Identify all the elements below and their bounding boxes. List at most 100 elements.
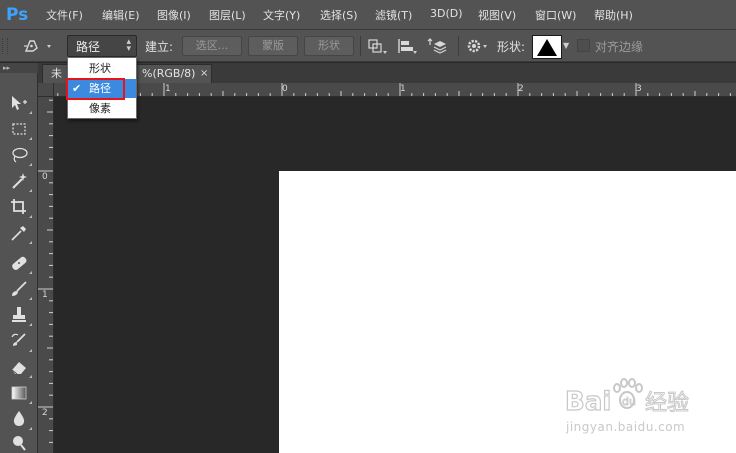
move-icon (12, 96, 27, 110)
svg-text:du: du (622, 395, 636, 408)
pen-tool-icon (24, 40, 51, 52)
ruler-label: 1 (42, 290, 48, 300)
tool-group-caret (29, 271, 32, 274)
mode-option-pixels[interactable]: 像素 (68, 99, 136, 118)
menu-type[interactable]: 文字(Y) (263, 7, 300, 23)
tool-mode-value: 路径 (76, 40, 101, 54)
gradient-tool[interactable] (9, 383, 32, 404)
path-alignment-button[interactable] (394, 36, 420, 56)
gear-icon (467, 39, 487, 53)
separator (458, 36, 459, 56)
menu-filter[interactable]: 滤镜(T) (375, 7, 412, 23)
eyedropper-tool[interactable] (9, 223, 32, 244)
menu-file[interactable]: 文件(F) (46, 7, 83, 23)
crop-icon (11, 199, 26, 214)
make-mask-button[interactable]: 蒙版 (248, 36, 298, 56)
drop-icon (13, 411, 25, 426)
path-operations-icon (368, 39, 387, 54)
photoshop-logo: Ps (6, 5, 29, 25)
align-edges-label: 对齐边缘 (595, 40, 644, 54)
svg-text:Bai: Bai (565, 387, 611, 417)
path-arrangement-button[interactable] (424, 36, 450, 56)
make-selection-button[interactable]: 选区... (182, 36, 242, 56)
options-bar-grip[interactable] (2, 38, 8, 54)
marquee-icon (12, 123, 26, 135)
blur-tool[interactable] (9, 409, 32, 430)
tool-group-caret (29, 297, 32, 300)
ruler-label: 0 (42, 172, 48, 182)
menu-bar: Ps 文件(F) 编辑(E) 图像(I) 图层(L) 文字(Y) 选择(S) 滤… (0, 0, 736, 30)
tool-group-caret (29, 137, 32, 140)
tool-group-caret (29, 427, 32, 430)
svg-text:经验: 经验 (645, 391, 689, 416)
ruler-origin[interactable] (38, 83, 54, 97)
menu-layer[interactable]: 图层(L) (209, 7, 246, 23)
tool-group-caret (29, 401, 32, 404)
dodge-tool[interactable] (9, 433, 29, 453)
document-tab-title-end: %(RGB/8) (142, 67, 196, 80)
stamp-icon (12, 307, 26, 322)
menu-window[interactable]: 窗口(W) (535, 7, 576, 23)
toolbox: ▸▸ (0, 63, 38, 453)
tool-group-caret (29, 163, 32, 166)
ruler-ticks (57, 83, 731, 96)
menu-help[interactable]: 帮助(H) (594, 7, 633, 23)
document-tab-bar: 未 %(RGB/8) × (38, 63, 736, 83)
baidu-paw-logo: Bai du 经验 (564, 378, 690, 418)
bandage-icon (12, 256, 27, 270)
menu-view[interactable]: 视图(V) (478, 7, 516, 23)
marquee-tool[interactable] (9, 119, 32, 140)
close-icon[interactable]: × (200, 65, 208, 82)
tool-mode-select[interactable]: 路径 ▴ ▾ (67, 35, 137, 57)
tool-group-caret (29, 111, 32, 114)
path-arrangement-icon (427, 38, 447, 54)
baidu-jingyan-watermark: Bai du 经验 (564, 378, 695, 418)
menu-select[interactable]: 选择(S) (320, 7, 358, 23)
clone-stamp-tool[interactable] (9, 305, 32, 326)
vertical-ruler[interactable]: 0 1 2 (38, 97, 54, 453)
history-brush-icon (11, 333, 26, 346)
horizontal-ruler[interactable]: 1 0 1 2 3 (38, 83, 736, 97)
toolbox-collapse[interactable]: ▸▸ (0, 63, 38, 73)
magic-wand-tool[interactable] (9, 171, 32, 192)
ruler-label: 1 (165, 84, 171, 94)
ruler-label: 3 (636, 84, 642, 94)
dodge-icon (13, 436, 26, 451)
healing-brush-tool[interactable] (9, 253, 32, 274)
geometry-options-button[interactable] (464, 36, 490, 56)
mode-option-shape[interactable]: 形状 (68, 59, 136, 78)
menu-edit[interactable]: 编辑(E) (102, 7, 140, 23)
ruler-label: 1 (400, 84, 406, 94)
move-tool[interactable] (9, 93, 32, 114)
tool-group-caret (29, 349, 32, 352)
tool-group-caret (29, 323, 32, 326)
tool-group-caret (29, 215, 32, 218)
annotation-highlight-box (66, 78, 125, 100)
watermark-url: jingyan.baidu.com (566, 420, 686, 434)
crop-tool[interactable] (9, 197, 32, 218)
menu-image[interactable]: 图像(I) (157, 7, 191, 23)
document-tab-title-start: 未 (51, 67, 62, 80)
tool-group-caret (29, 375, 32, 378)
make-label: 建立: (145, 40, 174, 54)
path-operations-button[interactable] (364, 36, 390, 56)
chevron-down-icon[interactable]: ▼ (563, 41, 569, 50)
history-brush-tool[interactable] (9, 331, 32, 352)
align-edges-checkbox[interactable] (577, 39, 590, 52)
lasso-tool[interactable] (9, 145, 32, 166)
ruler-ticks (38, 99, 53, 443)
tool-preset-picker[interactable] (20, 36, 56, 56)
brush-tool[interactable] (9, 279, 32, 300)
tool-group-caret (29, 189, 32, 192)
tool-group-caret (29, 241, 32, 244)
eraser-tool[interactable] (9, 357, 32, 378)
menu-3d[interactable]: 3D(D) (430, 7, 463, 20)
gradient-icon (11, 386, 27, 400)
path-alignment-icon (398, 39, 417, 54)
eyedropper-icon (11, 226, 26, 241)
shape-picker[interactable] (532, 35, 562, 59)
ruler-label: 2 (42, 408, 48, 418)
make-shape-button[interactable]: 形状 (304, 36, 354, 56)
brush-icon (12, 281, 27, 296)
ruler-label: 0 (282, 84, 288, 94)
